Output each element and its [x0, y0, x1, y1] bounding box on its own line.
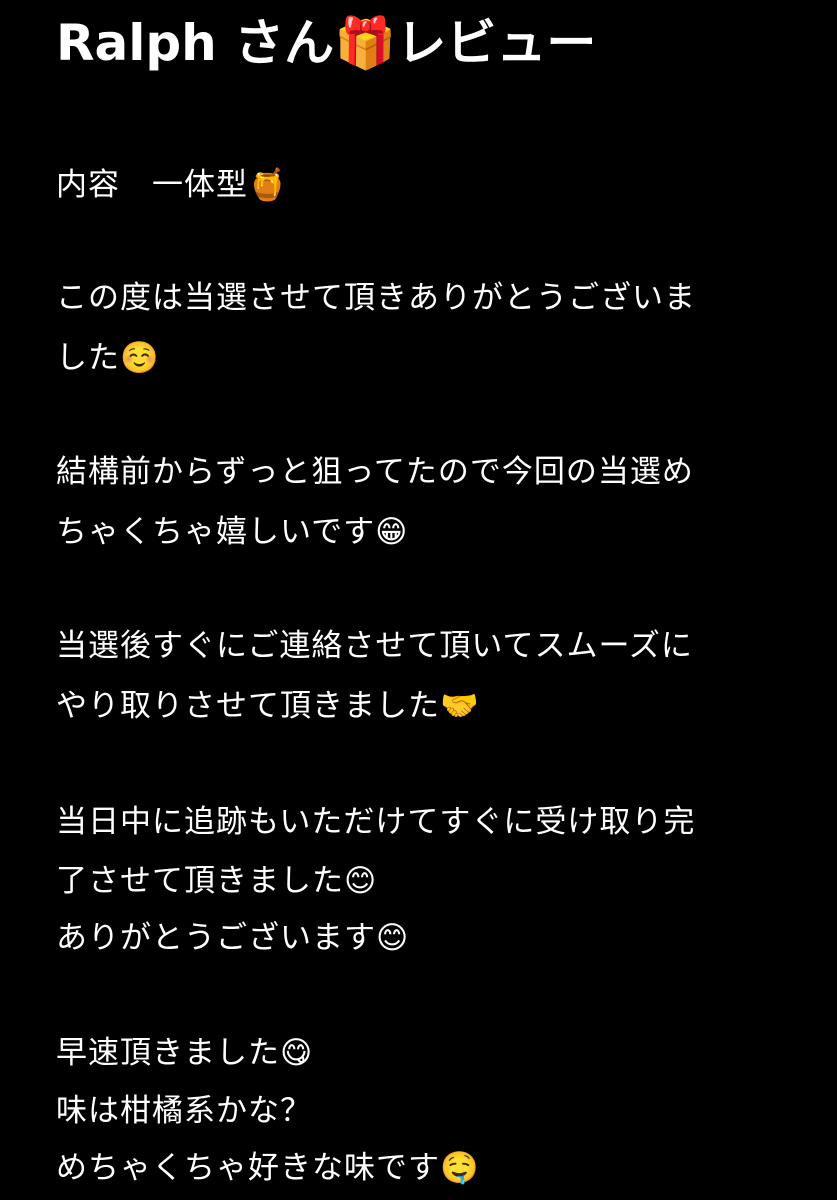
- text-line: 当選後すぐにご連絡させて頂いてスムーズに: [56, 628, 693, 664]
- text-line: した☺️: [56, 340, 160, 376]
- text-line: ありがとうございます😊: [56, 920, 410, 956]
- text-line: ちゃくちゃ嬉しいです😁: [56, 514, 409, 550]
- text-line: やり取りさせて頂きました🤝: [56, 688, 480, 724]
- note-content: Ralph さん🎁レビュー 内容 一体型🍯 この度は当選させて頂きありがとうござ…: [0, 0, 837, 1200]
- text-line: 結構前からずっと狙ってたので今回の当選め: [56, 454, 694, 490]
- text-line: めちゃくちゃ好きな味です🤤: [56, 1150, 480, 1186]
- text-line: 味は柑橘系かな？: [56, 1093, 312, 1129]
- text-line: 当日中に追跡もいただけてすぐに受け取り完: [56, 804, 696, 840]
- note-title: Ralph さん🎁レビュー: [56, 14, 597, 72]
- content-type-line: 内容 一体型🍯: [56, 167, 288, 203]
- text-line: 早速頂きました😋: [56, 1035, 314, 1071]
- text-line: この度は当選させて頂きありがとうございま: [56, 280, 696, 316]
- text-line: 了させて頂きました😊: [56, 863, 378, 899]
